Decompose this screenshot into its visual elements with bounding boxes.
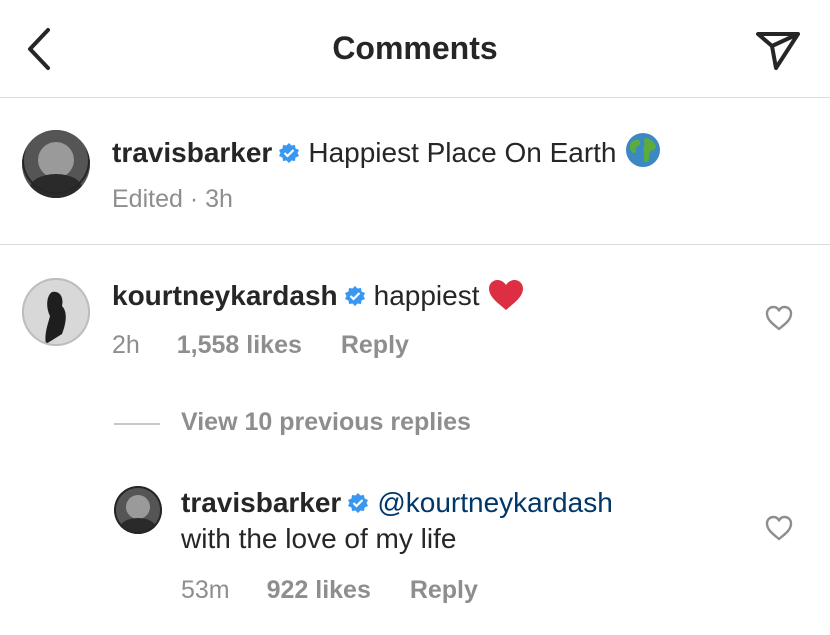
send-icon[interactable] <box>752 24 804 74</box>
edited-label: Edited <box>112 185 183 213</box>
reply-likes[interactable]: 922 likes <box>267 576 371 604</box>
comment-line: kourtneykardash happiest <box>112 279 524 318</box>
comment-likes[interactable]: 1,558 likes <box>177 331 302 359</box>
comment-username[interactable]: kourtneykardash <box>112 280 338 311</box>
divider <box>0 244 830 245</box>
post-caption-text: Happiest Place On Earth <box>308 137 617 168</box>
heart-outline-icon[interactable] <box>765 305 793 331</box>
thread-line <box>114 423 160 425</box>
view-previous-replies-button[interactable]: View 10 previous replies <box>181 408 471 437</box>
comment-time: 2h <box>112 331 140 359</box>
verified-badge-icon <box>278 139 300 163</box>
top-bar: Comments <box>0 0 830 98</box>
heart-outline-icon[interactable] <box>765 515 793 541</box>
red-heart-emoji-icon <box>488 279 524 318</box>
reply-meta: 53m 922 likes Reply <box>181 576 478 605</box>
comment-meta: 2h 1,558 likes Reply <box>112 331 409 360</box>
reply-username[interactable]: travisbarker <box>181 487 341 518</box>
reply-line: travisbarker @kourtneykardash <box>181 487 613 519</box>
avatar-travisbarker[interactable] <box>114 486 162 534</box>
post-caption: travisbarker Happiest Place On Earth <box>112 132 661 175</box>
verified-badge-icon <box>347 489 369 513</box>
post-meta: Edited · 3h <box>112 185 233 213</box>
verified-badge-icon <box>344 282 366 306</box>
globe-emoji-icon <box>625 132 661 175</box>
comment-reply-button[interactable]: Reply <box>341 331 409 359</box>
page-title: Comments <box>332 30 498 66</box>
reply-time: 53m <box>181 576 230 604</box>
comment-text: happiest <box>373 280 480 311</box>
avatar-travisbarker[interactable] <box>22 130 90 198</box>
reply-text: with the love of my life <box>181 523 457 554</box>
post-time: 3h <box>205 185 233 213</box>
avatar-kourtneykardash[interactable] <box>22 278 90 346</box>
reply-mention-link[interactable]: @kourtneykardash <box>377 487 612 518</box>
reply-reply-button[interactable]: Reply <box>410 576 478 604</box>
post-username[interactable]: travisbarker <box>112 137 272 168</box>
